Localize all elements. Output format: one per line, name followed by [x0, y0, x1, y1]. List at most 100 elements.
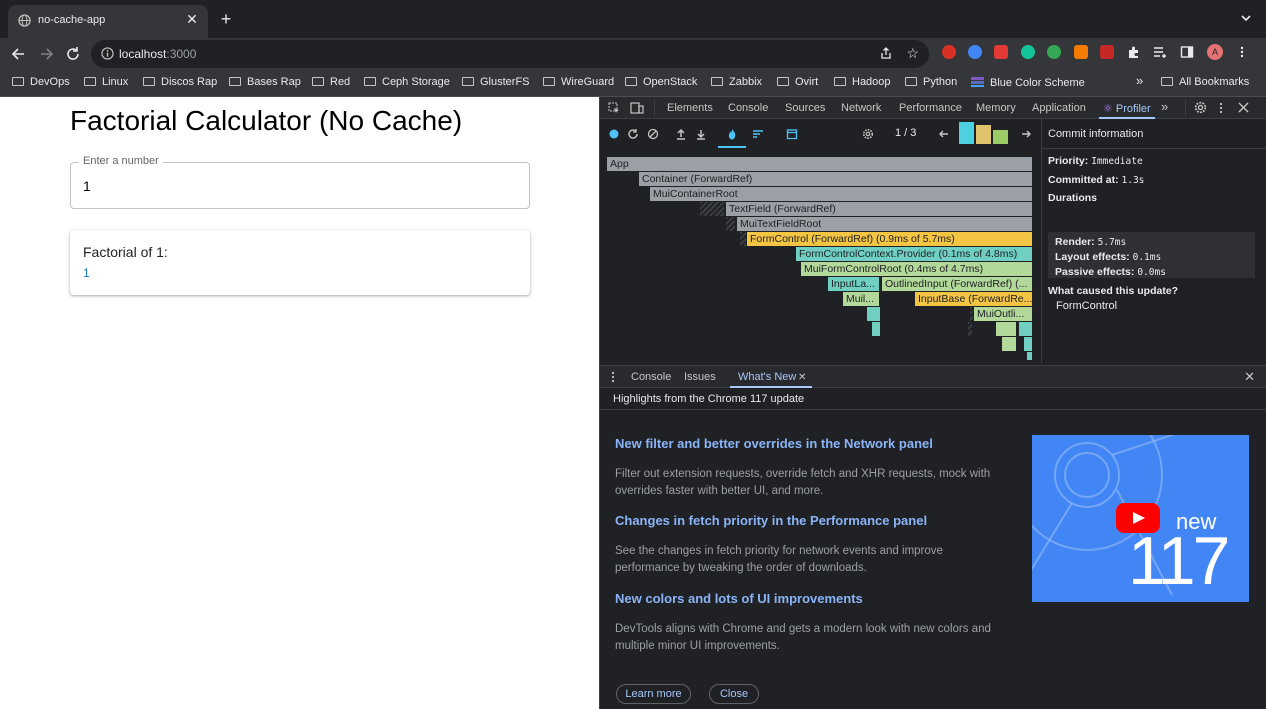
tab-memory[interactable]: Memory: [976, 102, 1016, 114]
flame-node-form-control-provider[interactable]: FormControlContext.Provider (0.1ms of 4.…: [796, 247, 1033, 261]
commit-bar[interactable]: [993, 130, 1008, 144]
commit-bar[interactable]: [959, 122, 974, 144]
flame-node-input-base[interactable]: InputBase (ForwardRe...: [915, 292, 1033, 306]
share-icon[interactable]: [879, 46, 893, 60]
record-icon[interactable]: [608, 128, 620, 140]
whats-new-item-title[interactable]: New filter and better overrides in the N…: [615, 436, 933, 451]
back-arrow-icon[interactable]: [9, 44, 29, 64]
bookmark-ceph-storage[interactable]: Ceph Storage: [364, 76, 450, 91]
cause-component[interactable]: FormControl: [1056, 300, 1117, 312]
extension-pdf-icon[interactable]: [994, 45, 1008, 59]
bookmark-star-icon[interactable]: ☆: [906, 45, 919, 62]
upload-icon[interactable]: [675, 128, 687, 140]
flame-node-container[interactable]: Container (ForwardRef): [639, 172, 1033, 186]
close-button[interactable]: Close: [709, 684, 759, 704]
kebab-menu-icon[interactable]: [1235, 45, 1249, 59]
more-tabs-button[interactable]: »: [1161, 99, 1168, 114]
tab-application[interactable]: Application: [1032, 102, 1086, 114]
extensions-puzzle-icon[interactable]: [1127, 45, 1141, 59]
timeline-icon[interactable]: [786, 128, 798, 140]
kebab-menu-icon[interactable]: [1218, 102, 1224, 114]
flame-node-form-control[interactable]: FormControl (ForwardRef) (0.9ms of 5.7ms…: [747, 232, 1033, 246]
close-devtools-icon[interactable]: [1238, 102, 1249, 113]
commit-bar[interactable]: [976, 125, 991, 144]
chevron-down-icon[interactable]: [1240, 12, 1252, 24]
flame-node-mui-container-root[interactable]: MuiContainerRoot: [650, 187, 1033, 201]
profile-avatar[interactable]: A: [1207, 44, 1223, 60]
bookmark-hadoop[interactable]: Hadoop: [834, 76, 891, 91]
extension-puzzle-red-icon[interactable]: [1100, 45, 1114, 59]
flame-node-app[interactable]: App: [607, 157, 1033, 171]
side-panel-icon[interactable]: [1180, 45, 1194, 59]
flamegraph-icon[interactable]: [726, 128, 738, 140]
bookmark-devops[interactable]: DevOps: [12, 76, 70, 91]
flame-node-mui-text-field-root[interactable]: MuiTextFieldRoot: [737, 217, 1033, 231]
previous-commit-icon[interactable]: [938, 128, 950, 140]
drawer-tab-issues[interactable]: Issues: [684, 371, 716, 383]
flame-node-small[interactable]: [1027, 352, 1033, 360]
tab-elements[interactable]: Elements: [667, 102, 713, 114]
next-commit-icon[interactable]: [1020, 128, 1032, 140]
extension-grammarly-icon[interactable]: [1021, 45, 1035, 59]
tab-sources[interactable]: Sources: [785, 102, 825, 114]
drawer-menu-icon[interactable]: [611, 371, 615, 383]
info-icon[interactable]: [101, 47, 114, 60]
tab-profiler[interactable]: ⚛ Profiler: [1103, 102, 1151, 115]
whats-new-item-title[interactable]: New colors and lots of UI improvements: [615, 591, 863, 606]
bookmark-zabbix[interactable]: Zabbix: [711, 76, 762, 91]
address-bar[interactable]: localhost:3000 ☆: [91, 40, 929, 68]
new-tab-button[interactable]: +: [216, 9, 236, 29]
forward-arrow-icon[interactable]: [36, 44, 56, 64]
device-toggle-icon[interactable]: [630, 102, 644, 114]
extension-red-icon[interactable]: [942, 45, 956, 59]
bookmark-bases-rap[interactable]: Bases Rap: [229, 76, 301, 91]
close-drawer-icon[interactable]: ✕: [1244, 369, 1255, 385]
extension-blue-icon[interactable]: [968, 45, 982, 59]
bookmark-red[interactable]: Red: [312, 76, 350, 91]
tab-network[interactable]: Network: [841, 102, 881, 114]
reading-list-icon[interactable]: [1153, 45, 1167, 59]
chrome-117-video-thumbnail[interactable]: new 117: [1032, 435, 1249, 602]
flame-node-small[interactable]: [1024, 337, 1033, 351]
flame-node-mui-small[interactable]: Muil...: [843, 292, 880, 306]
close-whats-new-icon[interactable]: ✕: [798, 372, 806, 383]
flame-node-mui-form-control-root[interactable]: MuiFormControlRoot (0.4ms of 4.7ms): [801, 262, 1033, 276]
bookmark-wireguard[interactable]: WireGuard: [543, 76, 614, 91]
drawer-tab-whats-new[interactable]: What's New: [738, 371, 796, 383]
flame-node-outlined-input[interactable]: OutlinedInput (ForwardRef) (...: [882, 277, 1033, 291]
ranked-icon[interactable]: [752, 128, 764, 140]
bookmark-blue-color-scheme[interactable]: Blue Color Scheme: [971, 76, 1085, 91]
drawer-tab-console[interactable]: Console: [631, 371, 671, 383]
browser-tab[interactable]: no-cache-app ✕: [8, 5, 208, 38]
tab-console[interactable]: Console: [728, 102, 768, 114]
bookmark-linux[interactable]: Linux: [84, 76, 128, 91]
bookmark-glusterfs[interactable]: GlusterFS: [462, 76, 530, 91]
settings-gear-icon[interactable]: [862, 128, 874, 140]
flame-node-small[interactable]: [996, 322, 1017, 336]
flame-node-mui-outlined[interactable]: MuiOutli...: [974, 307, 1033, 321]
clear-icon[interactable]: [647, 128, 659, 140]
flame-node-small[interactable]: [867, 307, 881, 321]
bookmark-ovirt[interactable]: Ovirt: [777, 76, 818, 91]
learn-more-button[interactable]: Learn more: [616, 684, 691, 704]
bookmark-openstack[interactable]: OpenStack: [625, 76, 697, 91]
download-icon[interactable]: [695, 128, 707, 140]
tab-performance[interactable]: Performance: [899, 102, 962, 114]
flame-node-small[interactable]: [1019, 322, 1033, 336]
number-input-value[interactable]: 1: [83, 178, 91, 194]
whats-new-item-title[interactable]: Changes in fetch priority in the Perform…: [615, 513, 927, 528]
number-input[interactable]: Enter a number 1: [70, 155, 530, 209]
close-tab-icon[interactable]: ✕: [184, 11, 200, 28]
gear-icon[interactable]: [1194, 101, 1207, 114]
flame-node-text-field[interactable]: TextField (ForwardRef): [726, 202, 1033, 216]
flame-node-input-label[interactable]: InputLa...: [828, 277, 880, 291]
inspect-element-icon[interactable]: [608, 102, 620, 114]
reload-profile-icon[interactable]: [627, 128, 639, 140]
bookmarks-overflow-button[interactable]: »: [1136, 73, 1143, 88]
extension-orange-icon[interactable]: [1074, 45, 1088, 59]
flame-node-small[interactable]: [872, 322, 881, 336]
reload-icon[interactable]: [63, 44, 83, 64]
bookmark-discos-rap[interactable]: Discos Rap: [143, 76, 217, 91]
extension-green-icon[interactable]: [1047, 45, 1061, 59]
all-bookmarks[interactable]: All Bookmarks: [1161, 76, 1249, 91]
